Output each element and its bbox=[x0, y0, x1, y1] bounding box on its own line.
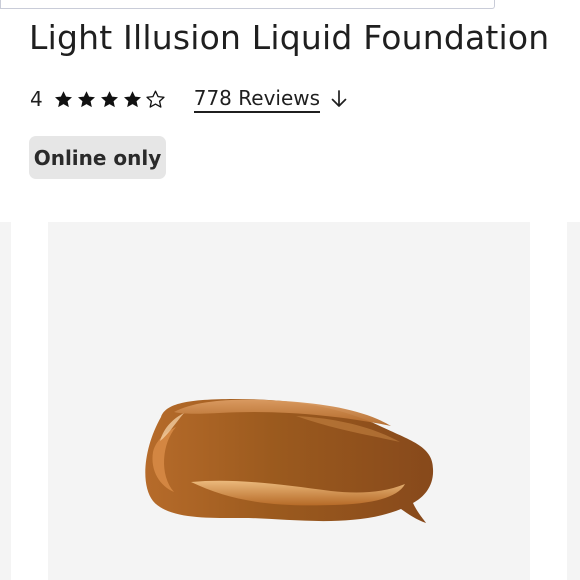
product-image-gallery[interactable] bbox=[0, 222, 580, 580]
search-bar-edge[interactable] bbox=[0, 0, 495, 9]
star-filled-icon bbox=[100, 90, 118, 107]
product-title: Light Illusion Liquid Foundation bbox=[29, 18, 550, 57]
rating-row: 4 778 Reviews bbox=[30, 84, 351, 114]
product-page: Light Illusion Liquid Foundation 4 778 R… bbox=[0, 0, 580, 580]
star-empty-icon bbox=[146, 90, 165, 108]
next-image-peek[interactable] bbox=[567, 222, 580, 580]
star-filled-icon bbox=[123, 90, 141, 107]
star-filled-icon bbox=[54, 90, 72, 107]
star-filled-icon bbox=[77, 90, 95, 107]
star-rating bbox=[53, 89, 166, 110]
arrow-down-icon[interactable] bbox=[327, 87, 351, 111]
product-main-image[interactable] bbox=[48, 222, 530, 580]
online-only-badge: Online only bbox=[29, 136, 166, 179]
previous-image-peek[interactable] bbox=[0, 222, 11, 580]
reviews-link[interactable]: 778 Reviews bbox=[193, 86, 321, 113]
foundation-swatch-image bbox=[145, 399, 434, 523]
rating-value: 4 bbox=[30, 87, 43, 111]
